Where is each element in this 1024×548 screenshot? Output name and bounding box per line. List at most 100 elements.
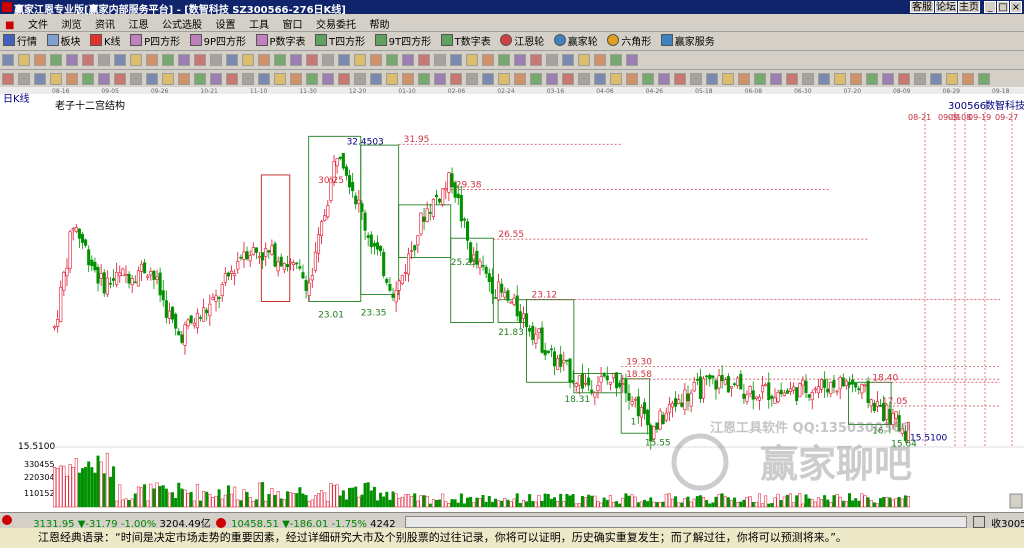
- analysis-tool-49-icon[interactable]: [786, 73, 798, 85]
- analysis-tool-9-icon[interactable]: [146, 73, 158, 85]
- analysis-tool-24-icon[interactable]: [386, 73, 398, 85]
- toolbar-9t-square[interactable]: 9T四方形: [374, 34, 431, 48]
- draw-tool-7-icon[interactable]: [114, 54, 126, 66]
- toolbar-sectors[interactable]: 板块: [46, 34, 81, 48]
- analysis-tool-60-icon[interactable]: [962, 73, 974, 85]
- draw-tool-0-icon[interactable]: [2, 54, 14, 66]
- analysis-tool-15-icon[interactable]: [242, 73, 254, 85]
- minimize-icon[interactable]: _: [984, 1, 996, 13]
- draw-tool-28-icon[interactable]: [450, 54, 462, 66]
- draw-tool-18-icon[interactable]: [290, 54, 302, 66]
- analysis-tool-25-icon[interactable]: [402, 73, 414, 85]
- analysis-tool-0-icon[interactable]: [2, 73, 14, 85]
- draw-tool-17-icon[interactable]: [274, 54, 286, 66]
- analysis-tool-7-icon[interactable]: [114, 73, 126, 85]
- analysis-tool-42-icon[interactable]: [674, 73, 686, 85]
- draw-tool-16-icon[interactable]: [258, 54, 270, 66]
- draw-tool-8-icon[interactable]: [130, 54, 142, 66]
- toolbar-service[interactable]: 赢家服务: [660, 34, 715, 48]
- analysis-tool-17-icon[interactable]: [274, 73, 286, 85]
- analysis-tool-30-icon[interactable]: [482, 73, 494, 85]
- menu-tools[interactable]: 工具: [244, 14, 274, 33]
- draw-tool-26-icon[interactable]: [418, 54, 430, 66]
- analysis-tool-26-icon[interactable]: [418, 73, 430, 85]
- trade-detail-icon[interactable]: [972, 516, 985, 528]
- analysis-tool-2-icon[interactable]: [34, 73, 46, 85]
- draw-tool-34-icon[interactable]: [546, 54, 558, 66]
- draw-tool-3-icon[interactable]: [50, 54, 62, 66]
- draw-tool-30-icon[interactable]: [482, 54, 494, 66]
- analysis-tool-52-icon[interactable]: [834, 73, 846, 85]
- draw-tool-12-icon[interactable]: [194, 54, 206, 66]
- draw-tool-33-icon[interactable]: [530, 54, 542, 66]
- draw-tool-31-icon[interactable]: [498, 54, 510, 66]
- menu-trade[interactable]: 交易委托: [311, 14, 361, 33]
- analysis-tool-40-icon[interactable]: [642, 73, 654, 85]
- chart-scroll-handle[interactable]: [1009, 493, 1023, 509]
- analysis-tool-50-icon[interactable]: [802, 73, 814, 85]
- analysis-tool-35-icon[interactable]: [562, 73, 574, 85]
- analysis-tool-55-icon[interactable]: [882, 73, 894, 85]
- analysis-tool-51-icon[interactable]: [818, 73, 830, 85]
- analysis-tool-14-icon[interactable]: [226, 73, 238, 85]
- status-scrollbar[interactable]: [404, 516, 967, 528]
- analysis-tool-46-icon[interactable]: [738, 73, 750, 85]
- analysis-tool-39-icon[interactable]: [626, 73, 638, 85]
- analysis-tool-16-icon[interactable]: [258, 73, 270, 85]
- analysis-tool-12-icon[interactable]: [194, 73, 206, 85]
- draw-tool-27-icon[interactable]: [434, 54, 446, 66]
- menu-help[interactable]: 帮助: [364, 14, 394, 33]
- menu-info[interactable]: 资讯: [90, 14, 120, 33]
- menu-formula[interactable]: 公式选股: [157, 14, 207, 33]
- draw-tool-1-icon[interactable]: [18, 54, 30, 66]
- analysis-tool-38-icon[interactable]: [610, 73, 622, 85]
- analysis-tool-36-icon[interactable]: [578, 73, 590, 85]
- draw-tool-15-icon[interactable]: [242, 54, 254, 66]
- draw-tool-9-icon[interactable]: [146, 54, 158, 66]
- menu-file[interactable]: 文件: [23, 14, 53, 33]
- analysis-tool-43-icon[interactable]: [690, 73, 702, 85]
- menu-settings[interactable]: 设置: [210, 14, 240, 33]
- analysis-tool-45-icon[interactable]: [722, 73, 734, 85]
- toolbar-p-square[interactable]: P四方形: [130, 34, 180, 48]
- menu-window[interactable]: 窗口: [277, 14, 307, 33]
- toolbar-9p-square[interactable]: 9P四方形: [189, 34, 246, 48]
- draw-tool-22-icon[interactable]: [354, 54, 366, 66]
- draw-tool-32-icon[interactable]: [514, 54, 526, 66]
- draw-tool-21-icon[interactable]: [338, 54, 350, 66]
- analysis-tool-31-icon[interactable]: [498, 73, 510, 85]
- analysis-tool-13-icon[interactable]: [210, 73, 222, 85]
- draw-tool-2-icon[interactable]: [34, 54, 46, 66]
- app-menu-icon[interactable]: ■: [0, 18, 19, 33]
- analysis-tool-3-icon[interactable]: [50, 73, 62, 85]
- analysis-tool-18-icon[interactable]: [290, 73, 302, 85]
- draw-tool-4-icon[interactable]: [66, 54, 78, 66]
- analysis-tool-27-icon[interactable]: [434, 73, 446, 85]
- draw-tool-5-icon[interactable]: [82, 54, 94, 66]
- analysis-tool-57-icon[interactable]: [914, 73, 926, 85]
- analysis-tool-59-icon[interactable]: [946, 73, 958, 85]
- analysis-tool-20-icon[interactable]: [322, 73, 334, 85]
- draw-tool-35-icon[interactable]: [562, 54, 574, 66]
- analysis-tool-5-icon[interactable]: [82, 73, 94, 85]
- analysis-tool-53-icon[interactable]: [850, 73, 862, 85]
- menu-gann[interactable]: 江恩: [123, 14, 153, 33]
- analysis-tool-58-icon[interactable]: [930, 73, 942, 85]
- service-button[interactable]: 客服: [910, 1, 934, 13]
- analysis-tool-28-icon[interactable]: [450, 73, 462, 85]
- draw-tool-29-icon[interactable]: [466, 54, 478, 66]
- toolbar-winner-wheel[interactable]: 赢家轮: [553, 34, 598, 48]
- draw-tool-13-icon[interactable]: [210, 54, 222, 66]
- kline-chart[interactable]: 08-16 09-05 09-26 10-21 11-10 11-30 12-20 01-10…: [0, 87, 1024, 512]
- toolbar-t-table[interactable]: T数字表: [440, 34, 491, 48]
- home-button[interactable]: 主页: [958, 1, 980, 13]
- draw-tool-37-icon[interactable]: [594, 54, 606, 66]
- toolbar-kline[interactable]: K线: [90, 34, 121, 48]
- analysis-tool-23-icon[interactable]: [370, 73, 382, 85]
- analysis-tool-11-icon[interactable]: [178, 73, 190, 85]
- analysis-tool-47-icon[interactable]: [754, 73, 766, 85]
- analysis-tool-44-icon[interactable]: [706, 73, 718, 85]
- menu-browse[interactable]: 浏览: [56, 14, 86, 33]
- draw-tool-36-icon[interactable]: [578, 54, 590, 66]
- draw-tool-20-icon[interactable]: [322, 54, 334, 66]
